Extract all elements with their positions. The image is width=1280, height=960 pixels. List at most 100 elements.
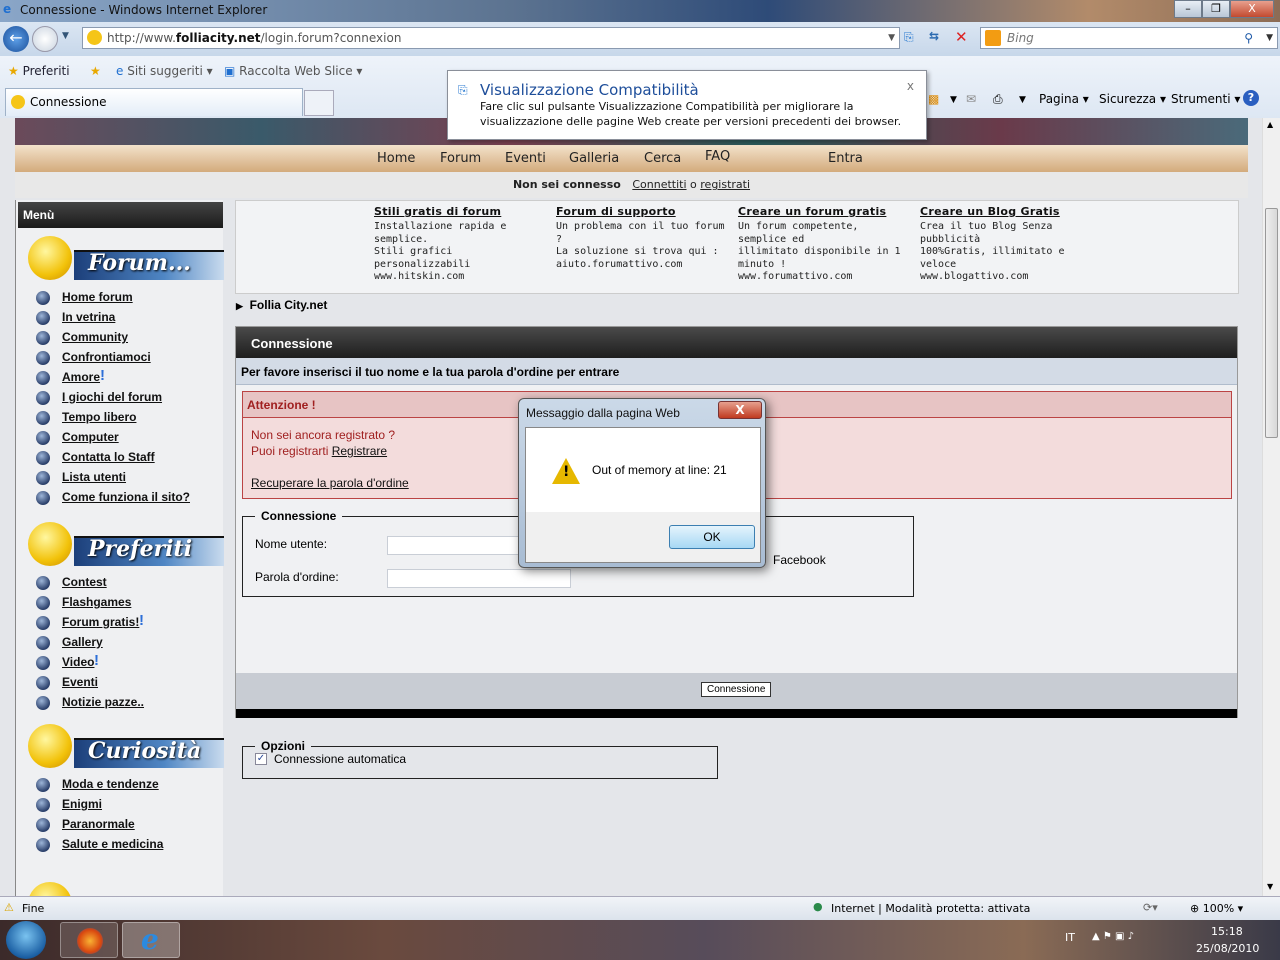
sidebar-link[interactable]: Salute e medicina [62,837,163,851]
sidebar-link[interactable]: Come funziona il sito? [62,490,190,504]
sidebar-link[interactable]: Community [62,330,128,344]
search-input[interactable]: Bing ⚲ ▼ [980,27,1278,49]
tools-menu[interactable]: Strumenti ▾ [1171,92,1240,106]
smiley-icon [28,882,72,896]
close-window-button[interactable]: X [1230,0,1274,18]
maximize-button[interactable]: ❐ [1202,0,1230,18]
web-slice-button[interactable]: ▣ Raccolta Web Slice ▾ [224,64,362,78]
firefox-taskbar-button[interactable] [60,922,118,958]
refresh-icon[interactable]: ⇆ [929,29,939,43]
vertical-scrollbar[interactable]: ▲ ▼ [1262,118,1280,896]
security-zone[interactable]: Internet | Modalità protetta: attivata [831,902,1030,915]
scrollbar-thumb[interactable] [1265,208,1278,438]
print-icon[interactable]: ⎙ [993,92,1003,107]
sidebar-link[interactable]: Confrontiamoci [62,350,151,364]
ad-title-link[interactable]: Creare un Blog Gratis [920,205,1098,218]
breadcrumb-link[interactable]: Follia City.net [250,298,328,312]
sidebar-header: Menù [18,202,223,228]
auto-login-label[interactable]: Connessione automatica [274,752,406,766]
ie-taskbar-button[interactable]: e [122,922,180,958]
sidebar-link[interactable]: Enigmi [62,797,102,811]
language-indicator[interactable]: IT [1065,931,1075,944]
auto-login-checkbox[interactable]: ✓ [255,753,267,765]
sidebar-link[interactable]: Home forum [62,290,133,304]
password-input[interactable] [387,569,571,588]
start-button[interactable] [6,921,46,959]
history-dropdown-icon[interactable]: ▼ [62,31,69,41]
compatibility-view-icon[interactable]: ⎘ [904,30,914,45]
sidebar-link[interactable]: Paranormale [62,817,135,831]
print-dropdown-icon[interactable]: ▼ [1019,95,1026,105]
tray-icons[interactable]: ▲ ⚑ ▣ ♪ [1092,931,1134,942]
sidebar-link[interactable]: Forum gratis! [62,615,139,629]
sidebar-link[interactable]: Moda e tendenze [62,777,159,791]
new-tab-button[interactable] [304,90,334,116]
sidebar-link[interactable]: I giochi del forum [62,390,162,404]
sidebar-link[interactable]: Tempo libero [62,410,136,424]
clock-time[interactable]: 15:18 [1211,925,1243,938]
site-menu: Home Forum Eventi Galleria Cerca FAQ Ent… [15,145,1248,172]
menu-home[interactable]: Home [377,151,415,166]
security-menu[interactable]: Sicurezza ▾ [1099,92,1166,106]
bullet-icon [36,676,50,690]
menu-faq[interactable]: FAQ [705,149,730,164]
sidebar-link[interactable]: Notizie pazze.. [62,695,144,709]
register-link[interactable]: registrati [700,178,750,191]
sidebar-link[interactable]: Amore [62,370,100,384]
clock-date[interactable]: 25/08/2010 [1196,942,1259,955]
sidebar-link[interactable]: Lista utenti [62,470,126,484]
zoom-control[interactable]: ⊕ 100% ▾ [1190,902,1243,915]
minimize-button[interactable]: – [1174,0,1202,18]
menu-forum[interactable]: Forum [440,151,481,166]
ok-button[interactable]: OK [669,525,755,549]
menu-eventi[interactable]: Eventi [505,151,546,166]
sidebar-link[interactable]: Contest [62,575,107,589]
ad-title-link[interactable]: Stili gratis di forum [374,205,552,218]
menu-entra[interactable]: Entra [828,151,863,166]
search-icon[interactable]: ⚲ [1244,28,1253,48]
recover-password-link[interactable]: Recuperare la parola d'ordine [251,476,409,490]
sidebar-link[interactable]: Computer [62,430,119,444]
mail-icon[interactable]: ✉ [966,92,976,106]
popup-blocker-icon[interactable]: ⟳▾ [1143,901,1158,914]
menu-galleria[interactable]: Galleria [569,151,619,166]
login-submit-button[interactable]: Connessione [701,682,772,697]
sidebar-link[interactable]: In vetrina [62,310,115,324]
search-dropdown-icon[interactable]: ▼ [1266,28,1273,48]
popup-close-button[interactable]: x [907,79,914,93]
facebook-connect-label[interactable]: Facebook [773,553,826,567]
address-bar[interactable]: http://www.folliacity.net/login.forum?co… [82,27,900,49]
add-favorite-icon[interactable]: ★ [90,64,101,78]
exclamation-icon: ! [94,652,99,669]
scroll-down-icon[interactable]: ▼ [1267,882,1273,891]
ad-title-link[interactable]: Creare un forum gratis [738,205,916,218]
address-dropdown-icon[interactable]: ▼ [888,28,895,48]
dialog-close-button[interactable]: X [718,401,762,419]
register-link[interactable]: Registrare [332,444,387,458]
help-icon[interactable]: ? [1243,90,1259,106]
breadcrumb[interactable]: ▶ Follia City.net [236,298,327,312]
ad-title-link[interactable]: Forum di supporto [556,205,734,218]
login-link[interactable]: Connettiti [632,178,686,191]
ad-block: Creare un Blog Gratis Crea il tuo Blog Se… [920,205,1098,284]
page-menu[interactable]: Pagina ▾ [1039,92,1089,106]
popup-text: Fare clic sul pulsante Visualizzazione C… [480,100,902,128]
sidebar-link[interactable]: Contatta lo Staff [62,450,155,464]
suggested-sites-button[interactable]: e Siti suggeriti ▾ [116,64,213,78]
tab-connessione[interactable]: Connessione [5,88,303,116]
feeds-icon[interactable]: ▩ [928,92,939,106]
sidebar-link[interactable]: Eventi [62,675,98,689]
bullet-icon [36,491,50,505]
menu-cerca[interactable]: Cerca [644,151,681,166]
bullet-icon [36,391,50,405]
favorites-button[interactable]: ★ Preferiti [8,64,70,78]
feeds-dropdown-icon[interactable]: ▼ [950,95,957,105]
scroll-up-icon[interactable]: ▲ [1267,120,1273,129]
sidebar-link[interactable]: Flashgames [62,595,131,609]
warning-icon: ! [552,458,580,484]
forward-button[interactable] [32,26,58,52]
sidebar-link[interactable]: Video [62,655,94,669]
sidebar-link[interactable]: Gallery [62,635,103,649]
back-button[interactable]: ← [3,26,29,52]
stop-icon[interactable]: ✕ [955,28,968,46]
